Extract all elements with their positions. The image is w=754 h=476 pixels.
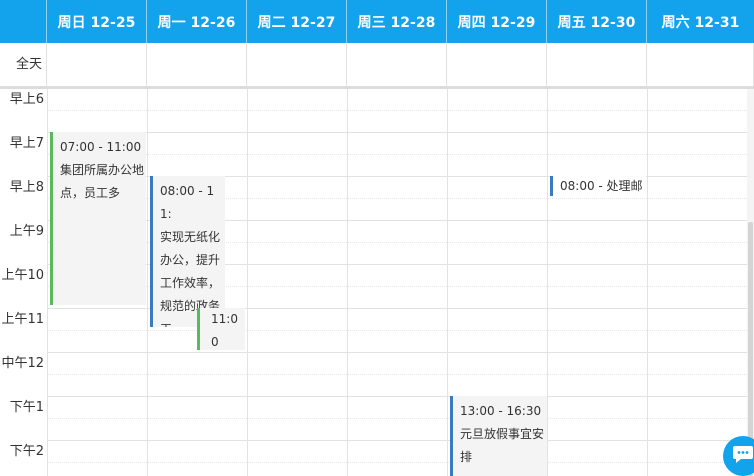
half-hour-line <box>47 154 747 155</box>
header-corner <box>0 0 47 43</box>
vertical-scrollbar[interactable] <box>747 89 754 476</box>
calendar-event[interactable]: 11:00 研发 <box>197 308 245 350</box>
week-header: 周日 12-25 周一 12-26 周二 12-27 周三 12-28 周四 1… <box>0 0 754 43</box>
day-header-thu[interactable]: 周四 12-29 <box>447 0 547 43</box>
event-time: 07:00 - 11:00 <box>60 140 142 154</box>
time-grid[interactable]: 早上6 早上7 早上8 上午9 上午10 上午11 中午12 下午1 下午2 0… <box>0 89 754 476</box>
half-hour-line <box>47 110 747 111</box>
half-hour-line <box>47 374 747 375</box>
day-header-sun[interactable]: 周日 12-25 <box>47 0 147 43</box>
day-header-wed[interactable]: 周三 12-28 <box>347 0 447 43</box>
calendar-event[interactable]: 13:00 - 16:30 元旦放假事宜安排 <box>450 396 547 476</box>
hour-label: 中午12 <box>1 356 44 371</box>
hour-row: 早上6 <box>0 89 754 133</box>
hour-label: 上午10 <box>1 268 44 283</box>
allday-cell[interactable] <box>547 43 647 86</box>
day-header-mon[interactable]: 周一 12-26 <box>147 0 247 43</box>
calendar-event[interactable]: 07:00 - 11:00 集团所属办公地点，员工多 <box>50 132 146 305</box>
event-color-bar <box>550 176 553 196</box>
allday-cell[interactable] <box>47 43 147 86</box>
event-color-bar <box>150 176 153 327</box>
allday-cell[interactable] <box>447 43 547 86</box>
allday-cell[interactable] <box>247 43 347 86</box>
event-time: 08:00 - 处理邮 <box>560 179 643 193</box>
half-hour-line <box>47 462 747 463</box>
event-title: 元旦放假事宜安排 <box>460 427 545 464</box>
day-header-tue[interactable]: 周二 12-27 <box>247 0 347 43</box>
allday-label: 全天 <box>0 43 47 86</box>
day-header-sat[interactable]: 周六 12-31 <box>647 0 754 43</box>
allday-cell[interactable] <box>347 43 447 86</box>
hour-label: 早上7 <box>9 136 44 151</box>
hour-label: 早上6 <box>9 92 44 107</box>
event-color-bar <box>450 396 453 476</box>
hour-row: 中午12 <box>0 353 754 397</box>
hour-row: 下午2 <box>0 441 754 476</box>
event-time: 08:00 - 11: <box>160 184 215 221</box>
hour-label: 上午11 <box>1 312 44 327</box>
event-time: 11:00 <box>211 312 238 349</box>
event-title: 集团所属办公地点，员工多 <box>60 163 145 200</box>
hour-row: 下午1 <box>0 397 754 441</box>
chat-bubble-icon <box>732 444 754 468</box>
event-time: 13:00 - 16:30 <box>460 404 542 418</box>
allday-cell[interactable] <box>147 43 247 86</box>
hour-label: 下午1 <box>9 400 44 415</box>
allday-row: 全天 <box>0 43 754 89</box>
allday-cell[interactable] <box>647 43 754 86</box>
hour-label: 下午2 <box>9 444 44 459</box>
event-color-bar <box>50 132 53 305</box>
half-hour-line <box>47 418 747 419</box>
half-hour-line <box>47 330 747 331</box>
hour-label: 早上8 <box>9 180 44 195</box>
calendar-event[interactable]: 08:00 - 11: 实现无纸化办公，提升工作效率，规范的政务工 <box>150 176 225 327</box>
calendar-event[interactable]: 08:00 - 处理邮 <box>550 176 646 196</box>
hour-label: 上午9 <box>9 224 44 239</box>
event-color-bar <box>197 308 200 350</box>
day-header-fri[interactable]: 周五 12-30 <box>547 0 647 43</box>
hour-row: 上午11 <box>0 309 754 353</box>
